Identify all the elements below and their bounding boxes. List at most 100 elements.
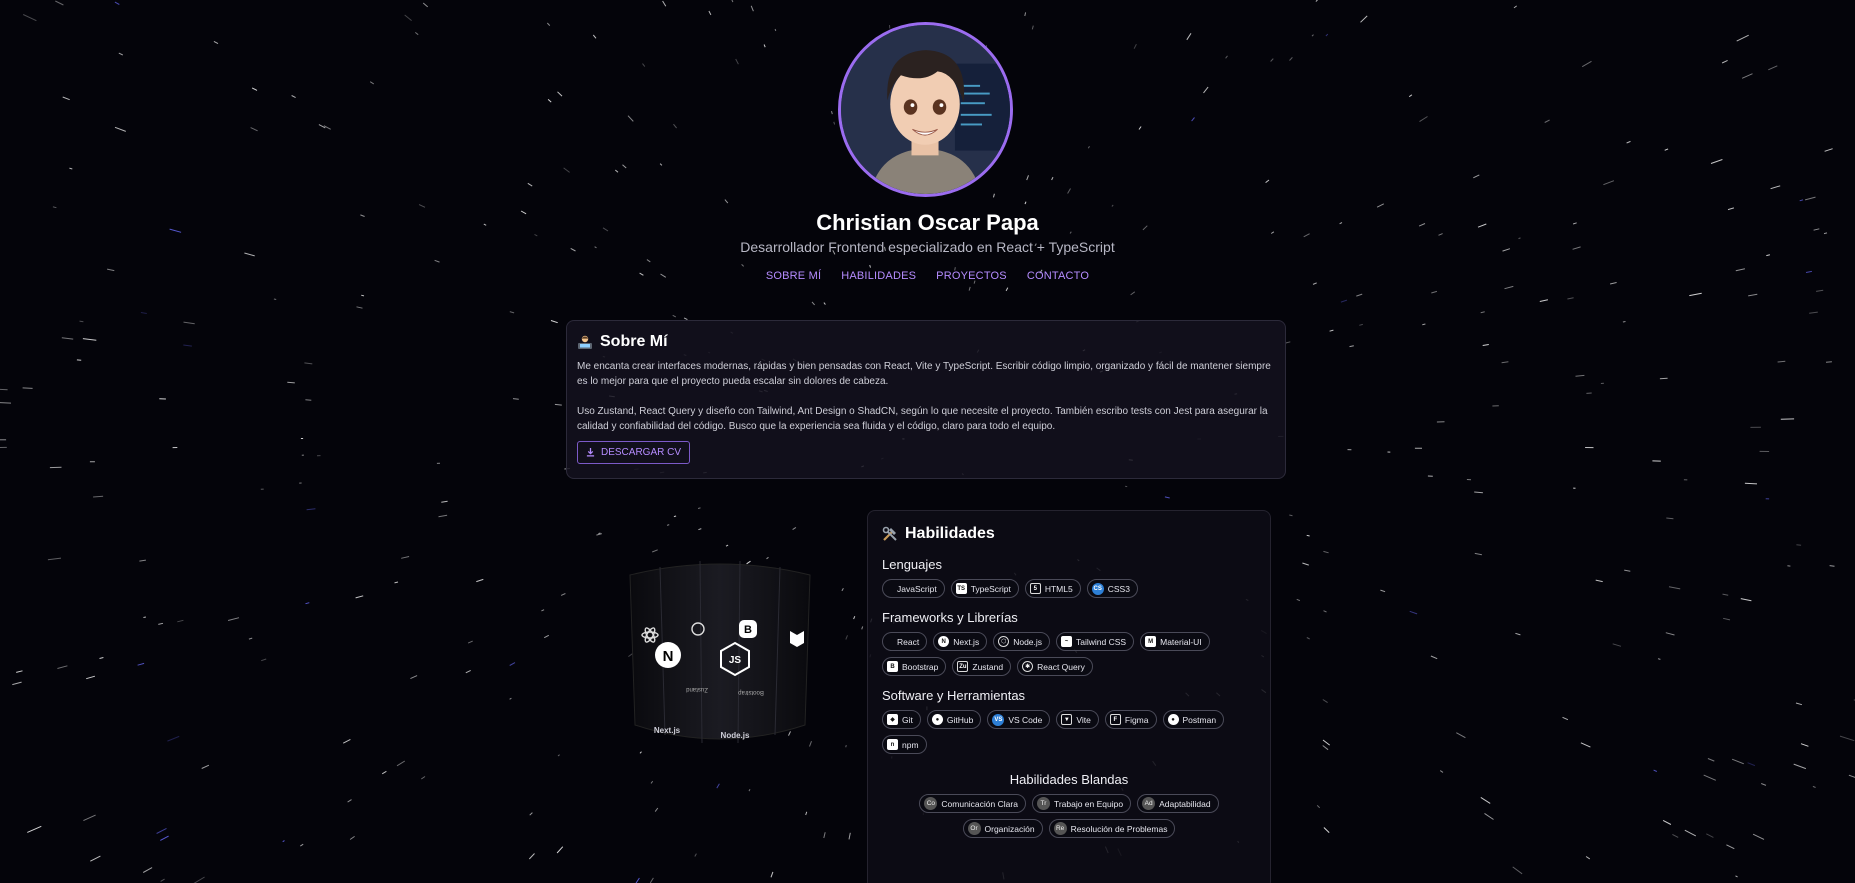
bootstrap-icon: B — [887, 661, 898, 672]
skill-chip-resoluci-n-de-problemas[interactable]: Re Resolución de Problemas — [1048, 819, 1176, 838]
skill-chip-vs-code[interactable]: VS VS Code — [987, 710, 1051, 729]
skill-chip-label: Resolución de Problemas — [1070, 823, 1168, 834]
section-software: Software y Herramientas — [882, 688, 1026, 703]
material-ui-icon: M — [1145, 636, 1157, 647]
technologist-icon — [578, 335, 592, 349]
skill-chip-zustand[interactable]: Zu Zustand — [952, 657, 1012, 676]
download-cv-button[interactable]: DESCARGAR CV — [577, 441, 691, 464]
nav-proyectos[interactable]: PROYECTOS — [936, 270, 1007, 282]
skill-chip-figma[interactable]: F Figma — [1104, 710, 1157, 729]
skill-chip-javascript[interactable]: JavaScript — [882, 579, 945, 598]
skill-chip-label: Trabajo en Equipo — [1053, 798, 1124, 809]
nodejs-icon: ⬡ — [998, 636, 1010, 647]
skill-chip-comunicaci-n-clara[interactable]: Co Comunicación Clara — [919, 794, 1026, 813]
typescript-icon: TS — [955, 583, 967, 594]
skill-chip-bootstrap[interactable]: B Bootstrap — [882, 657, 947, 676]
skill-chip-label: React Query — [1037, 661, 1085, 672]
nav-sobre-mi[interactable]: SOBRE MÍ — [766, 270, 821, 282]
svg-text:N: N — [663, 648, 674, 665]
css3-icon: CS — [1091, 582, 1104, 595]
react-query-icon: ✱ — [1022, 661, 1034, 672]
skill-chip-organizaci-n[interactable]: Or Organización — [962, 819, 1043, 838]
skill-chip-label: JavaScript — [897, 583, 937, 594]
nextjs-icon: N — [655, 642, 681, 668]
skills-title: Habilidades — [882, 525, 1256, 543]
skill-chip-label: Node.js — [1013, 636, 1043, 647]
profile-name: Christian Oscar Papa — [816, 210, 1039, 235]
nextjs-icon: N — [938, 636, 950, 647]
about-paragraph-1: Me encanta crear interfaces modernas, rá… — [577, 361, 1271, 387]
avatar — [838, 22, 1013, 197]
tech-cylinder[interactable]: N JS B Next.js Node.js Zustand Bootstrap — [625, 555, 815, 750]
skill-chip-label: VS Code — [1008, 714, 1043, 725]
skill-chip-label: Bootstrap — [902, 661, 939, 672]
cylinder-label-nextjs: Next.js — [654, 726, 681, 735]
about-card: Sobre Mí Me encanta crear interfaces mod… — [566, 320, 1286, 479]
skill-chip-label: Figma — [1124, 714, 1149, 725]
skill-chip-label: TypeScript — [970, 583, 1011, 594]
skill-chip-github[interactable]: ● GitHub — [926, 710, 982, 729]
section-blandas: Habilidades Blandas — [1009, 772, 1129, 787]
skill-chip-label: Adaptabilidad — [1159, 798, 1211, 809]
javascript-icon — [887, 583, 893, 594]
skill-chip-label: Postman — [1182, 714, 1217, 725]
zustand-icon: Zu — [957, 661, 969, 672]
cylinder-label-bootstrap: Bootstrap — [737, 689, 763, 695]
initials-icon: Tr — [1036, 797, 1050, 810]
chips-frameworks: React N Next.js ⬡ Node.js ~ Tailwind CSS M Mater… — [882, 632, 1256, 676]
section-frameworks: Frameworks y Librerías — [882, 610, 1018, 625]
main-nav: SOBRE MÍ HABILIDADES PROYECTOS CONTACTO — [0, 270, 1855, 282]
skill-chip-git[interactable]: ◆ Git — [882, 710, 921, 729]
skill-chip-node-js[interactable]: ⬡ Node.js — [993, 632, 1051, 651]
about-title: Sobre Mí — [577, 333, 1275, 351]
figma-icon: F — [1109, 714, 1121, 725]
skill-chip-html5[interactable]: 5 HTML5 — [1024, 579, 1081, 598]
chips-lenguajes: JavaScript TS TypeScript 5 HTML5 CS CSS3 — [882, 579, 1256, 598]
skill-chip-label: Vite — [1076, 714, 1091, 725]
profile-subtitle: Desarrollador Frontend especializado en … — [740, 239, 1115, 255]
skill-chip-tailwind-css[interactable]: ~ Tailwind CSS — [1056, 632, 1135, 651]
skill-chip-typescript[interactable]: TS TypeScript — [950, 579, 1019, 598]
skill-chip-label: HTML5 — [1044, 583, 1073, 594]
skill-chip-adaptabilidad[interactable]: Ad Adaptabilidad — [1137, 794, 1219, 813]
about-paragraph-2: Uso Zustand, React Query y diseño con Ta… — [577, 406, 1268, 432]
skill-chip-label: Next.js — [953, 636, 980, 647]
cylinder-label-nodejs: Node.js — [721, 731, 750, 740]
skill-chip-npm[interactable]: n npm — [882, 735, 927, 754]
svg-text:JS: JS — [729, 655, 742, 666]
vite-icon: ▼ — [1061, 714, 1073, 725]
skill-chip-next-js[interactable]: N Next.js — [933, 632, 988, 651]
skill-chip-react[interactable]: React — [882, 632, 928, 651]
chips-software: ◆ Git ● GitHub VS VS Code ▼ Vite F Figma ● Postman n… — [882, 710, 1256, 754]
skill-chip-react-query[interactable]: ✱ React Query — [1017, 657, 1093, 676]
skill-chip-css3[interactable]: CS CSS3 — [1086, 579, 1138, 598]
nav-contacto[interactable]: CONTACTO — [1027, 270, 1089, 282]
skills-title-text: Habilidades — [905, 525, 995, 542]
html5-icon: 5 — [1029, 583, 1041, 594]
initials-icon: Or — [967, 822, 981, 835]
skill-chip-label: npm — [902, 739, 919, 750]
react-icon — [887, 636, 893, 647]
svg-text:B: B — [744, 624, 752, 636]
download-icon — [586, 448, 595, 457]
tools-icon — [882, 526, 897, 541]
skill-chip-vite[interactable]: ▼ Vite — [1056, 710, 1099, 729]
skill-chip-postman[interactable]: ● Postman — [1162, 710, 1225, 729]
skill-chip-label: React — [897, 636, 920, 647]
postman-icon: ● — [1167, 714, 1179, 725]
skill-chip-trabajo-en-equipo[interactable]: Tr Trabajo en Equipo — [1031, 794, 1132, 813]
github-icon: ● — [931, 714, 943, 725]
skill-chip-label: Organización — [984, 823, 1035, 834]
initials-icon: Co — [924, 797, 938, 810]
skill-chip-material-ui[interactable]: M Material-UI — [1140, 632, 1210, 651]
nav-habilidades[interactable]: HABILIDADES — [841, 270, 916, 282]
vscode-icon: VS — [992, 713, 1005, 726]
npm-icon: n — [887, 739, 898, 750]
tailwind-icon: ~ — [1061, 636, 1073, 647]
skill-chip-label: Git — [902, 714, 913, 725]
download-cv-label: DESCARGAR CV — [601, 447, 682, 458]
skill-chip-label: Zustand — [972, 661, 1004, 672]
skill-chip-label: GitHub — [946, 714, 974, 725]
skill-chip-label: CSS3 — [1107, 583, 1130, 594]
about-title-text: Sobre Mí — [600, 333, 668, 350]
